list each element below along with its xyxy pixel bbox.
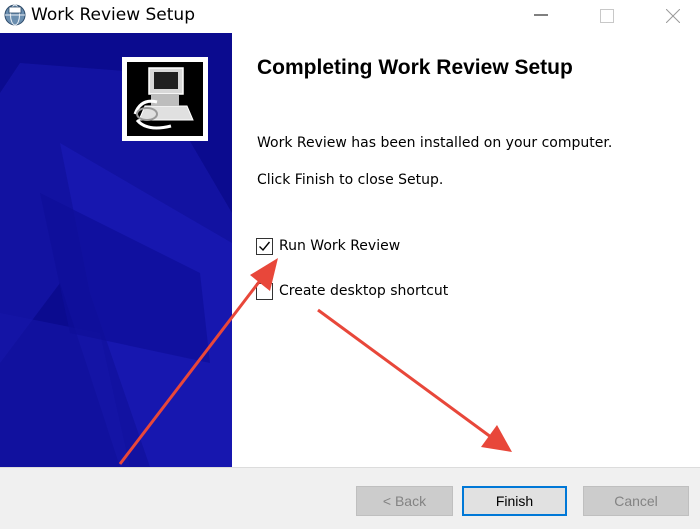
maximize-button[interactable]	[584, 0, 630, 32]
desktop-shortcut-checkbox[interactable]	[256, 283, 273, 300]
installed-message: Work Review has been installed on your c…	[257, 135, 613, 151]
finish-button[interactable]: Finish	[462, 486, 567, 516]
run-app-label[interactable]: Run Work Review	[279, 238, 400, 254]
run-app-checkbox[interactable]	[256, 238, 273, 255]
cancel-button[interactable]: Cancel	[583, 486, 689, 516]
minimize-icon	[534, 14, 548, 16]
checkmark-icon	[259, 241, 271, 252]
minimize-button[interactable]	[518, 0, 564, 32]
computer-install-icon	[127, 62, 203, 136]
maximize-icon	[600, 9, 614, 23]
close-icon	[666, 9, 680, 23]
page-title: Completing Work Review Setup	[257, 56, 573, 79]
finish-instruction: Click Finish to close Setup.	[257, 172, 444, 188]
close-button[interactable]	[650, 0, 696, 32]
back-button[interactable]: < Back	[356, 486, 453, 516]
window-title: Work Review Setup	[31, 5, 195, 25]
title-bar: Work Review Setup	[0, 0, 700, 33]
wizard-banner	[0, 33, 232, 467]
installer-logo	[122, 57, 208, 141]
desktop-shortcut-label[interactable]: Create desktop shortcut	[279, 283, 448, 299]
installer-globe-icon	[4, 4, 26, 26]
